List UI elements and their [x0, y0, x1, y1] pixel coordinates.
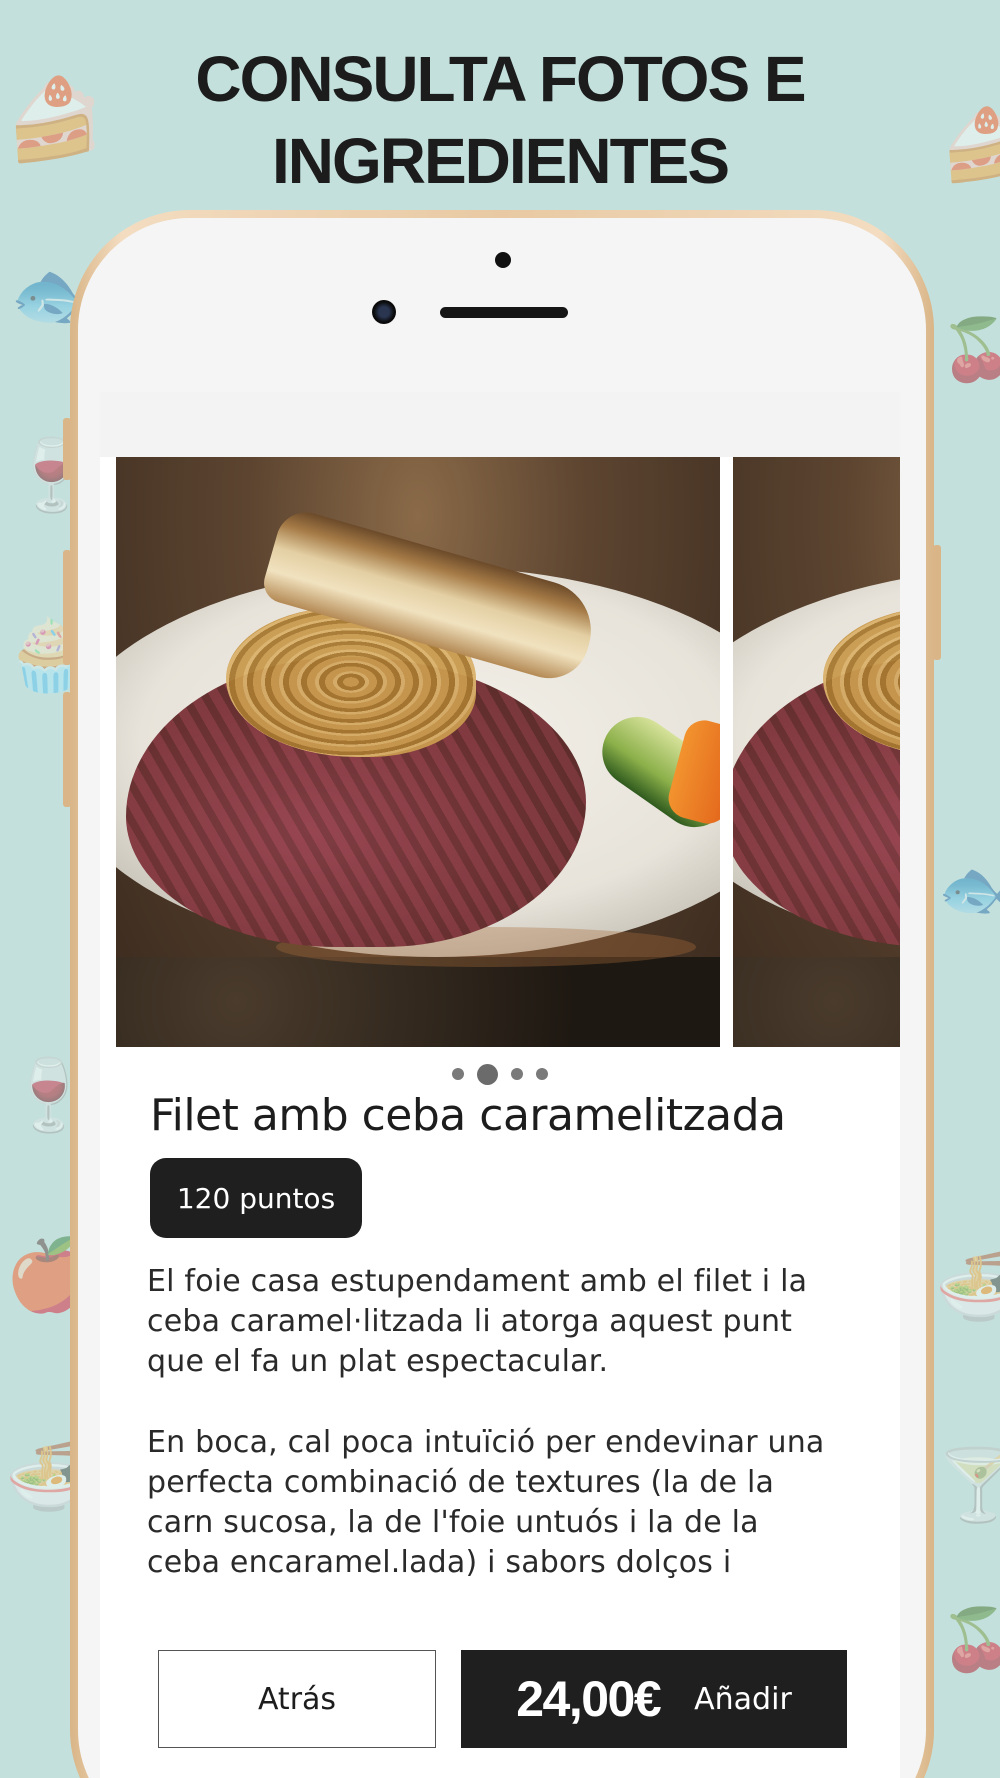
dish-photo-next-image [733, 457, 900, 1047]
carousel-dot-active[interactable] [477, 1063, 498, 1085]
price-label: 24,00€ [516, 1671, 661, 1727]
description-line: El foie casa estupendament amb el filet … [147, 1264, 808, 1299]
description-line: perfecta combinació de textures (la de l… [147, 1465, 775, 1500]
cherries-icon: 🍒 [940, 1605, 1000, 1675]
description-line: carn sucosa, la de l'foie untuós i la de… [147, 1505, 759, 1540]
back-button[interactable]: Atrás [158, 1650, 436, 1748]
add-to-order-button[interactable]: 24,00€ Añadir [461, 1650, 847, 1748]
points-badge: 120 puntos [150, 1158, 362, 1238]
phone-camera [372, 300, 396, 324]
description-line: En boca, cal poca intuïció per endevinar… [147, 1425, 825, 1460]
carousel-dot[interactable] [452, 1068, 464, 1080]
carousel-indicator [100, 1062, 900, 1086]
carousel-dot[interactable] [536, 1068, 548, 1080]
cherries-icon: 🍒 [940, 315, 1000, 385]
description-line: ceba encaramel.lada) i sabors dolços i [147, 1545, 732, 1580]
cocktail-icon: 🍸 [935, 1444, 1000, 1526]
headline-line-1: CONSULTA FOTOS E INGREDIENTES [195, 43, 806, 197]
description-line: que el fa un plat espectacular. [147, 1344, 609, 1379]
noodle-bowl-icon: 🍜 [935, 1244, 1000, 1326]
app-screen: Filet amb ceba caramelitzada 120 puntos … [100, 392, 900, 1778]
carousel-dot[interactable] [511, 1068, 523, 1080]
dish-description-paragraph-1: El foie casa estupendament amb el filet … [147, 1262, 877, 1382]
screen-top-bar [100, 392, 900, 457]
phone-speaker [440, 307, 568, 318]
dish-photo-next[interactable] [733, 457, 900, 1047]
dish-description-paragraph-2: En boca, cal poca intuïció per endevinar… [147, 1423, 877, 1583]
counter-surface [116, 957, 720, 1047]
dish-photo-main[interactable] [116, 457, 720, 1047]
phone-sensor [495, 252, 511, 268]
phone-power-button [933, 545, 941, 660]
fish-icon: 🐟 [938, 855, 1000, 925]
counter-surface [733, 957, 900, 1047]
description-line: ceba caramel·litzada li atorga aquest pu… [147, 1304, 793, 1339]
add-label: Añadir [694, 1681, 792, 1717]
dish-title: Filet amb ceba caramelitzada [150, 1090, 786, 1141]
dish-photo-image [116, 457, 720, 1047]
